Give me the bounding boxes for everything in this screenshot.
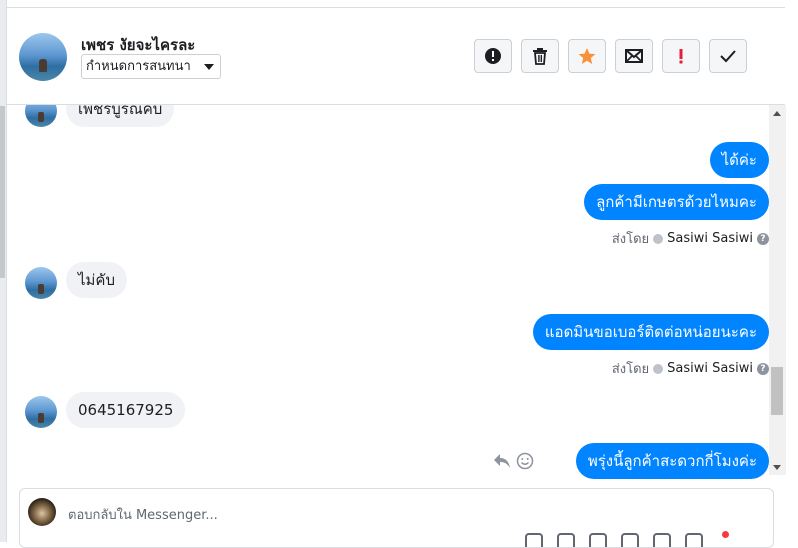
trash-icon bbox=[533, 48, 547, 65]
mark-unread-button[interactable] bbox=[615, 39, 653, 73]
star-icon bbox=[578, 48, 596, 64]
image-icon[interactable] bbox=[589, 533, 607, 547]
more-icon[interactable] bbox=[685, 533, 703, 547]
incoming-message[interactable]: เพชรบูรณคับ bbox=[66, 105, 175, 127]
outgoing-message[interactable]: ได้ค่ะ bbox=[709, 142, 769, 178]
emoji-react-icon[interactable] bbox=[516, 452, 534, 470]
scroll-up-arrow-icon[interactable] bbox=[773, 111, 781, 116]
verified-dot-icon bbox=[653, 233, 664, 244]
page-avatar bbox=[28, 498, 56, 526]
sent-by-label: ส่งโดย bbox=[611, 362, 650, 377]
reply-composer[interactable]: ตอบกลับใน Messenger... bbox=[19, 488, 774, 548]
sent-by-line: ส่งโดย Sasiwi Sasiwi ? bbox=[612, 228, 769, 249]
thread-scrollbar[interactable] bbox=[769, 105, 786, 475]
scrollbar-thumb[interactable] bbox=[771, 367, 783, 415]
checkmark-icon bbox=[720, 50, 736, 63]
delete-button[interactable] bbox=[521, 39, 559, 73]
emoji-icon[interactable] bbox=[557, 533, 575, 547]
outgoing-message[interactable]: พรุ่งนี้ลูกค้าสะดวกกี่โมงค่ะ bbox=[575, 443, 769, 479]
reply-input[interactable]: ตอบกลับใน Messenger... bbox=[68, 504, 218, 525]
sent-by-line: ส่งโดย Sasiwi Sasiwi ? bbox=[612, 358, 769, 379]
conversation-header: เพชร งัยจะไครละ กำหนดการสนทนา bbox=[7, 8, 785, 104]
outgoing-message[interactable]: ลูกค้ามีเกษตรด้วยไหมคะ bbox=[584, 184, 769, 220]
incoming-message[interactable]: ไม่คับ bbox=[66, 262, 127, 298]
incoming-message[interactable]: 0645167925 bbox=[66, 392, 186, 428]
exclamation-circle-icon bbox=[485, 48, 501, 64]
envelope-icon bbox=[625, 49, 643, 63]
window-edge bbox=[786, 0, 798, 542]
contact-avatar-small[interactable] bbox=[25, 396, 57, 428]
contact-avatar-small[interactable] bbox=[25, 105, 57, 127]
header-action-buttons bbox=[474, 39, 747, 73]
saved-reply-icon[interactable] bbox=[653, 533, 671, 547]
mark-done-button[interactable] bbox=[709, 39, 747, 73]
left-panel-edge bbox=[0, 0, 7, 542]
left-scrollbar-thumb[interactable] bbox=[0, 106, 5, 278]
scroll-down-arrow-icon[interactable] bbox=[773, 465, 781, 470]
sent-by-label: ส่งโดย bbox=[611, 232, 650, 247]
outgoing-message[interactable]: แอดมินขอเบอร์ติดต่อหน่อยนะคะ bbox=[532, 314, 769, 350]
sender-name[interactable]: Sasiwi Sasiwi bbox=[667, 231, 753, 246]
notification-dot bbox=[722, 531, 729, 538]
contact-avatar-small[interactable] bbox=[25, 267, 57, 299]
help-icon[interactable]: ? bbox=[757, 232, 769, 245]
exclamation-icon bbox=[679, 49, 683, 64]
verified-dot-icon bbox=[653, 363, 664, 374]
message-thread[interactable]: เพชรบูรณคับ ได้ค่ะ ลูกค้ามีเกษตรด้วยไหมค… bbox=[7, 105, 769, 480]
star-button[interactable] bbox=[568, 39, 606, 73]
mark-spam-button[interactable] bbox=[474, 39, 512, 73]
attachment-icon[interactable] bbox=[525, 533, 543, 547]
conversation-status-label: กำหนดการสนทนา bbox=[86, 59, 191, 74]
composer-toolbar bbox=[525, 533, 703, 547]
contact-avatar[interactable] bbox=[19, 33, 67, 81]
caret-down-icon bbox=[204, 64, 214, 70]
conversation-status-dropdown[interactable]: กำหนดการสนทนา bbox=[81, 54, 221, 79]
reply-icon[interactable] bbox=[493, 453, 511, 469]
help-icon[interactable]: ? bbox=[757, 362, 769, 375]
follow-up-button[interactable] bbox=[662, 39, 700, 73]
sender-name[interactable]: Sasiwi Sasiwi bbox=[667, 361, 753, 376]
gif-icon[interactable] bbox=[621, 533, 639, 547]
